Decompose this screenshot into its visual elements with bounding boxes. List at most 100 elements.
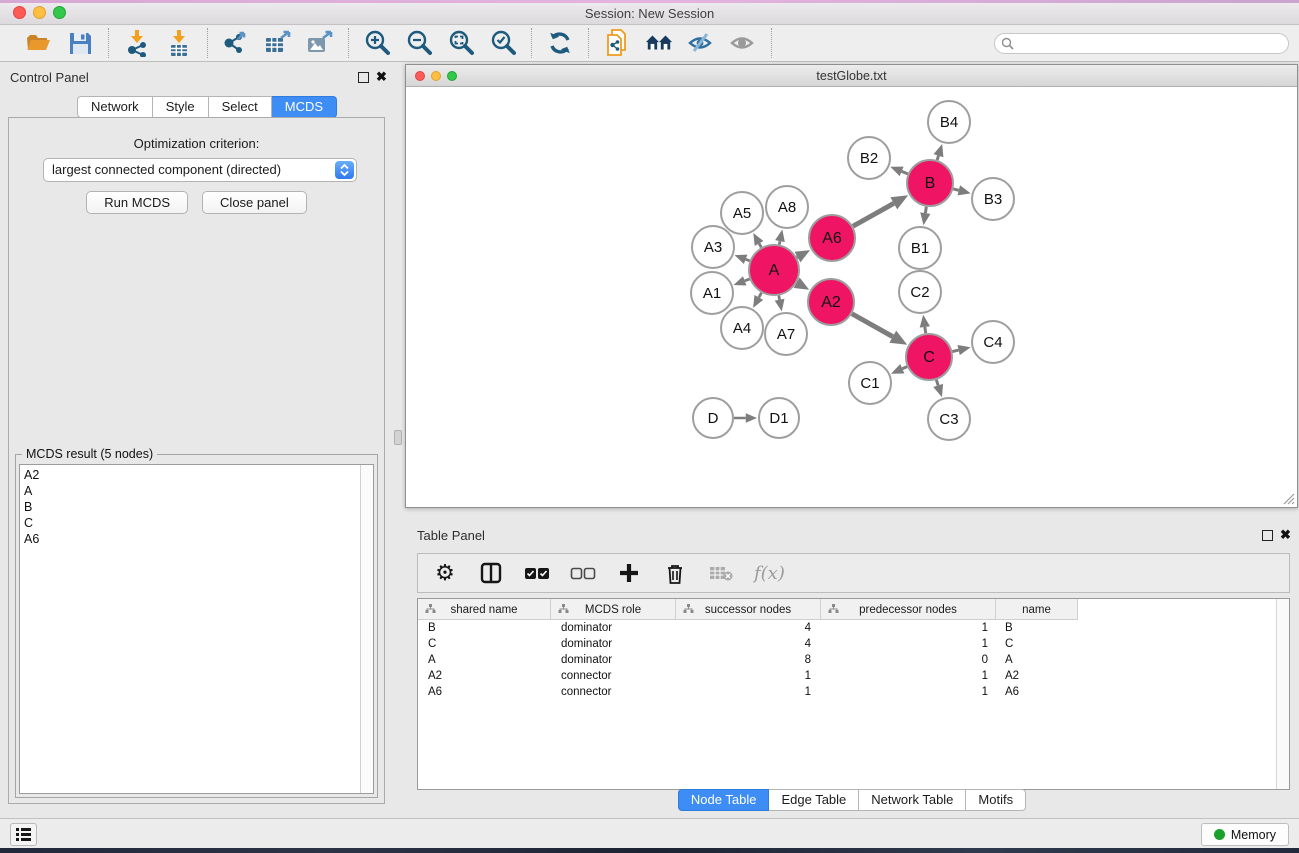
tab-style[interactable]: Style [153,96,209,118]
tab-mcds[interactable]: MCDS [272,96,337,118]
clone-network-button[interactable] [603,29,631,57]
column-header-predecessor-nodes[interactable]: predecessor nodes [821,599,996,620]
first-neighbors-button[interactable] [645,29,673,57]
table-header-row: shared name MCDS role successor nodes pr… [418,599,1078,620]
zoom-selected-button[interactable] [489,29,517,57]
divider-collapse-handle[interactable] [394,430,402,445]
graph-edge-B-B3[interactable] [953,189,959,190]
result-list-scrollbar[interactable] [360,465,373,793]
tab-network-table[interactable]: Network Table [859,789,966,811]
deselect-all-button[interactable] [570,560,596,586]
tab-edge-table[interactable]: Edge Table [769,789,859,811]
export-image-button[interactable] [306,29,334,57]
zoom-group [349,28,532,58]
column-header-successor-nodes[interactable]: successor nodes [676,599,821,620]
save-session-button[interactable] [66,29,94,57]
table-row[interactable]: B dominator 4 1 B [418,620,1078,636]
export-network-button[interactable] [222,29,250,57]
graph-edge-A-A5[interactable] [759,243,761,247]
columns-icon [480,562,502,584]
column-header-name[interactable]: name [996,599,1078,620]
table-row[interactable]: A dominator 8 0 A [418,652,1078,668]
desktop-background [0,848,1299,853]
graph-edge-C-C2[interactable] [925,327,926,333]
zoom-in-button[interactable] [363,29,391,57]
mcds-result-list[interactable]: A2 A B C A6 [19,464,374,794]
export-table-button[interactable] [264,29,292,57]
import-network-button[interactable] [123,29,151,57]
result-item[interactable]: C [24,515,373,531]
run-mcds-button[interactable]: Run MCDS [86,191,188,214]
graph-edge-A-A1[interactable] [745,279,750,281]
graph-edge-C-C3[interactable] [936,380,938,386]
split-divider-vertical[interactable] [392,62,405,818]
mcds-buttons-row: Run MCDS Close panel [9,191,384,214]
tab-node-table[interactable]: Node Table [678,789,770,811]
graph-edge-A-A3[interactable] [746,259,750,261]
result-item[interactable]: A2 [24,467,373,483]
list-icon [16,828,31,841]
checked-boxes-icon [524,567,550,580]
zoom-selected-icon [489,29,517,57]
memory-label: Memory [1231,828,1276,842]
result-item[interactable]: B [24,499,373,515]
column-header-shared-name[interactable]: shared name [418,599,551,620]
delete-column-button[interactable] [662,560,688,586]
graph-node-label: A7 [777,326,795,343]
graph-edge-C-C1[interactable] [902,367,907,369]
graph-edge-A-A8[interactable] [779,241,780,244]
close-panel-button[interactable]: Close panel [202,191,307,214]
memory-button[interactable]: Memory [1201,823,1289,846]
table-settings-button[interactable]: ⚙ [432,560,458,586]
node-table: shared name MCDS role successor nodes pr… [417,598,1290,790]
select-all-button[interactable] [524,560,550,586]
show-log-button[interactable] [10,823,37,846]
trash-icon [666,563,684,584]
graph-edge-A2-C[interactable] [852,314,893,337]
graph-edge-arrowhead [775,299,785,312]
search-input[interactable] [994,33,1289,54]
tab-select[interactable]: Select [209,96,272,118]
table-row[interactable]: A2 connector 1 1 A2 [418,668,1078,684]
hide-selected-button[interactable] [687,29,715,57]
import-table-button[interactable] [165,29,193,57]
open-session-button[interactable] [24,29,52,57]
table-scrollbar[interactable] [1276,599,1289,789]
criterion-select[interactable]: largest connected component (directed) [43,158,357,182]
table-row[interactable]: A6 connector 1 1 A6 [418,684,1078,700]
graph-node-label: A [769,262,780,279]
graph-edge-B-B4[interactable] [937,156,938,160]
zoom-fit-button[interactable] [447,29,475,57]
graph-edge-A6-B[interactable] [853,203,894,226]
graph-edge-arrowhead [734,276,747,285]
column-header-mcds-role[interactable]: MCDS role [551,599,676,620]
refresh-layout-button[interactable] [546,29,574,57]
add-column-button[interactable] [616,560,642,586]
tab-network[interactable]: Network [77,96,153,118]
network-canvas[interactable]: B4B2BB3A8A5A6A3B1AC2A1A2A4A7C4CC1C3DD1 [407,87,1296,506]
graph-edge-C-C4[interactable] [952,350,958,351]
table-panel-tabs: Node Table Edge Table Network Table Moti… [405,789,1299,811]
network-graph[interactable]: B4B2BB3A8A5A6A3B1AC2A1A2A4A7C4CC1C3DD1 [407,87,1298,507]
close-panel-icon[interactable]: ✖ [376,69,387,85]
graph-edge-arrowhead [934,144,944,157]
graph-edge-A-A7[interactable] [779,296,780,300]
table-row[interactable]: C dominator 4 1 C [418,636,1078,652]
tab-motifs[interactable]: Motifs [966,789,1026,811]
show-all-button[interactable] [729,29,757,57]
result-item[interactable]: A [24,483,373,499]
network-window-titlebar: testGlobe.txt [406,65,1297,87]
graph-edge-A-A4[interactable] [759,293,762,298]
float-panel-icon[interactable] [358,72,369,83]
graph-edge-B-B2[interactable] [902,171,908,174]
float-table-panel-icon[interactable] [1262,530,1273,541]
unchecked-boxes-icon [570,567,596,580]
column-visibility-button[interactable] [478,560,504,586]
attribute-tree-icon [828,604,839,614]
export-image-icon [306,30,334,56]
close-table-panel-icon[interactable]: ✖ [1280,527,1291,543]
result-item[interactable]: A6 [24,531,373,547]
zoom-out-button[interactable] [405,29,433,57]
graph-edge-B-B1[interactable] [925,207,926,213]
resize-grip-icon[interactable] [1283,493,1295,505]
